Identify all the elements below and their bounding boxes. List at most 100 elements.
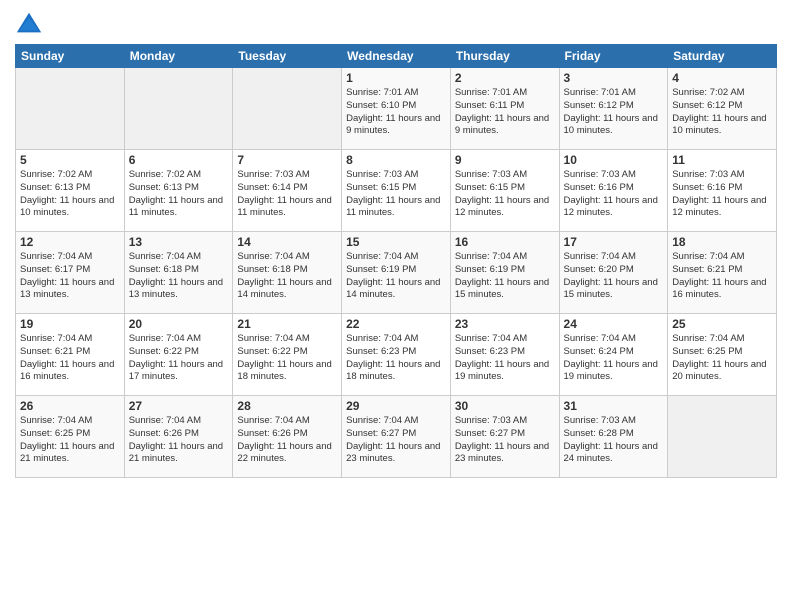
day-number: 20 bbox=[129, 317, 229, 331]
calendar-cell: 2Sunrise: 7:01 AM Sunset: 6:11 PM Daylig… bbox=[450, 68, 559, 150]
calendar-cell: 4 Sunrise: 7:02 AM Sunset: 6:12 PM Daylig… bbox=[668, 68, 777, 150]
day-number: 3 bbox=[564, 71, 664, 85]
weekday-header: Thursday bbox=[450, 45, 559, 68]
day-info: Sunrise: 7:04 AM Sunset: 6:23 PM Dayligh… bbox=[455, 333, 555, 384]
calendar-cell: 15 Sunrise: 7:04 AM Sunset: 6:19 PM Dayli… bbox=[342, 232, 451, 314]
calendar-body: 1 Sunrise: 7:01 AM Sunset: 6:10 PM Daylig… bbox=[16, 68, 777, 478]
day-info: Sunrise: 7:03 AM Sunset: 6:27 PM Dayligh… bbox=[455, 415, 555, 466]
day-number: 21 bbox=[237, 317, 337, 331]
day-info: Sunrise: 7:03 AM Sunset: 6:16 PM Dayligh… bbox=[564, 169, 664, 220]
day-number: 12 bbox=[20, 235, 120, 249]
day-number: 26 bbox=[20, 399, 120, 413]
calendar-cell: 18Sunrise: 7:04 AM Sunset: 6:21 PM Dayli… bbox=[668, 232, 777, 314]
calendar-cell: 25Sunrise: 7:04 AM Sunset: 6:25 PM Dayli… bbox=[668, 314, 777, 396]
calendar-week: 12 Sunrise: 7:04 AM Sunset: 6:17 PM Dayli… bbox=[16, 232, 777, 314]
calendar-cell bbox=[233, 68, 342, 150]
day-number: 22 bbox=[346, 317, 446, 331]
calendar-cell: 23Sunrise: 7:04 AM Sunset: 6:23 PM Dayli… bbox=[450, 314, 559, 396]
day-number: 25 bbox=[672, 317, 772, 331]
day-number: 30 bbox=[455, 399, 555, 413]
calendar-cell: 19 Sunrise: 7:04 AM Sunset: 6:21 PM Dayli… bbox=[16, 314, 125, 396]
day-number: 8 bbox=[346, 153, 446, 167]
day-info: Sunrise: 7:04 AM Sunset: 6:21 PM Dayligh… bbox=[672, 251, 772, 302]
calendar-week: 19 Sunrise: 7:04 AM Sunset: 6:21 PM Dayli… bbox=[16, 314, 777, 396]
calendar-cell bbox=[668, 396, 777, 478]
calendar-cell: 20 Sunrise: 7:04 AM Sunset: 6:22 PM Dayli… bbox=[124, 314, 233, 396]
day-number: 9 bbox=[455, 153, 555, 167]
calendar-cell bbox=[124, 68, 233, 150]
calendar-cell: 8 Sunrise: 7:03 AM Sunset: 6:15 PM Daylig… bbox=[342, 150, 451, 232]
day-info: Sunrise: 7:01 AM Sunset: 6:12 PM Dayligh… bbox=[564, 87, 664, 138]
day-info: Sunrise: 7:03 AM Sunset: 6:15 PM Dayligh… bbox=[455, 169, 555, 220]
weekday-header: Saturday bbox=[668, 45, 777, 68]
day-info: Sunrise: 7:04 AM Sunset: 6:18 PM Dayligh… bbox=[237, 251, 337, 302]
calendar-cell: 13 Sunrise: 7:04 AM Sunset: 6:18 PM Dayli… bbox=[124, 232, 233, 314]
day-number: 1 bbox=[346, 71, 446, 85]
day-info: Sunrise: 7:02 AM Sunset: 6:13 PM Dayligh… bbox=[129, 169, 229, 220]
day-info: Sunrise: 7:04 AM Sunset: 6:25 PM Dayligh… bbox=[20, 415, 120, 466]
calendar-cell: 30 Sunrise: 7:03 AM Sunset: 6:27 PM Dayli… bbox=[450, 396, 559, 478]
calendar-week: 5 Sunrise: 7:02 AM Sunset: 6:13 PM Daylig… bbox=[16, 150, 777, 232]
day-info: Sunrise: 7:04 AM Sunset: 6:27 PM Dayligh… bbox=[346, 415, 446, 466]
day-info: Sunrise: 7:04 AM Sunset: 6:22 PM Dayligh… bbox=[129, 333, 229, 384]
calendar-cell: 16 Sunrise: 7:04 AM Sunset: 6:19 PM Dayli… bbox=[450, 232, 559, 314]
calendar-cell: 31Sunrise: 7:03 AM Sunset: 6:28 PM Dayli… bbox=[559, 396, 668, 478]
weekday-header: Wednesday bbox=[342, 45, 451, 68]
day-info: Sunrise: 7:04 AM Sunset: 6:20 PM Dayligh… bbox=[564, 251, 664, 302]
calendar-cell: 10 Sunrise: 7:03 AM Sunset: 6:16 PM Dayli… bbox=[559, 150, 668, 232]
calendar-cell: 27Sunrise: 7:04 AM Sunset: 6:26 PM Dayli… bbox=[124, 396, 233, 478]
day-info: Sunrise: 7:04 AM Sunset: 6:17 PM Dayligh… bbox=[20, 251, 120, 302]
day-number: 14 bbox=[237, 235, 337, 249]
calendar-cell: 17Sunrise: 7:04 AM Sunset: 6:20 PM Dayli… bbox=[559, 232, 668, 314]
calendar-cell: 6 Sunrise: 7:02 AM Sunset: 6:13 PM Daylig… bbox=[124, 150, 233, 232]
calendar-cell: 24Sunrise: 7:04 AM Sunset: 6:24 PM Dayli… bbox=[559, 314, 668, 396]
day-number: 13 bbox=[129, 235, 229, 249]
day-info: Sunrise: 7:03 AM Sunset: 6:14 PM Dayligh… bbox=[237, 169, 337, 220]
day-number: 2 bbox=[455, 71, 555, 85]
day-number: 7 bbox=[237, 153, 337, 167]
calendar-cell: 22 Sunrise: 7:04 AM Sunset: 6:23 PM Dayli… bbox=[342, 314, 451, 396]
day-info: Sunrise: 7:03 AM Sunset: 6:15 PM Dayligh… bbox=[346, 169, 446, 220]
calendar-cell bbox=[16, 68, 125, 150]
day-info: Sunrise: 7:04 AM Sunset: 6:26 PM Dayligh… bbox=[237, 415, 337, 466]
day-number: 11 bbox=[672, 153, 772, 167]
header bbox=[15, 10, 777, 38]
day-info: Sunrise: 7:04 AM Sunset: 6:22 PM Dayligh… bbox=[237, 333, 337, 384]
day-number: 29 bbox=[346, 399, 446, 413]
day-number: 6 bbox=[129, 153, 229, 167]
day-number: 16 bbox=[455, 235, 555, 249]
weekday-header: Sunday bbox=[16, 45, 125, 68]
logo bbox=[15, 10, 47, 38]
day-info: Sunrise: 7:03 AM Sunset: 6:28 PM Dayligh… bbox=[564, 415, 664, 466]
calendar-cell: 5 Sunrise: 7:02 AM Sunset: 6:13 PM Daylig… bbox=[16, 150, 125, 232]
calendar-cell: 9 Sunrise: 7:03 AM Sunset: 6:15 PM Daylig… bbox=[450, 150, 559, 232]
day-info: Sunrise: 7:04 AM Sunset: 6:19 PM Dayligh… bbox=[346, 251, 446, 302]
day-number: 15 bbox=[346, 235, 446, 249]
day-number: 19 bbox=[20, 317, 120, 331]
page: SundayMondayTuesdayWednesdayThursdayFrid… bbox=[0, 0, 792, 612]
calendar-week: 26 Sunrise: 7:04 AM Sunset: 6:25 PM Dayli… bbox=[16, 396, 777, 478]
weekday-header: Tuesday bbox=[233, 45, 342, 68]
day-info: Sunrise: 7:04 AM Sunset: 6:18 PM Dayligh… bbox=[129, 251, 229, 302]
day-info: Sunrise: 7:04 AM Sunset: 6:19 PM Dayligh… bbox=[455, 251, 555, 302]
calendar-cell: 11 Sunrise: 7:03 AM Sunset: 6:16 PM Dayli… bbox=[668, 150, 777, 232]
calendar-cell: 7 Sunrise: 7:03 AM Sunset: 6:14 PM Daylig… bbox=[233, 150, 342, 232]
day-info: Sunrise: 7:04 AM Sunset: 6:24 PM Dayligh… bbox=[564, 333, 664, 384]
day-number: 5 bbox=[20, 153, 120, 167]
day-info: Sunrise: 7:02 AM Sunset: 6:13 PM Dayligh… bbox=[20, 169, 120, 220]
calendar-cell: 28Sunrise: 7:04 AM Sunset: 6:26 PM Dayli… bbox=[233, 396, 342, 478]
weekday-row: SundayMondayTuesdayWednesdayThursdayFrid… bbox=[16, 45, 777, 68]
calendar-cell: 14 Sunrise: 7:04 AM Sunset: 6:18 PM Dayli… bbox=[233, 232, 342, 314]
calendar-cell: 21 Sunrise: 7:04 AM Sunset: 6:22 PM Dayli… bbox=[233, 314, 342, 396]
logo-icon bbox=[15, 10, 43, 38]
day-number: 4 bbox=[672, 71, 772, 85]
day-info: Sunrise: 7:03 AM Sunset: 6:16 PM Dayligh… bbox=[672, 169, 772, 220]
day-info: Sunrise: 7:04 AM Sunset: 6:21 PM Dayligh… bbox=[20, 333, 120, 384]
day-info: Sunrise: 7:02 AM Sunset: 6:12 PM Dayligh… bbox=[672, 87, 772, 138]
day-info: Sunrise: 7:04 AM Sunset: 6:23 PM Dayligh… bbox=[346, 333, 446, 384]
day-number: 10 bbox=[564, 153, 664, 167]
calendar-cell: 29 Sunrise: 7:04 AM Sunset: 6:27 PM Dayli… bbox=[342, 396, 451, 478]
calendar-header: SundayMondayTuesdayWednesdayThursdayFrid… bbox=[16, 45, 777, 68]
calendar-cell: 3 Sunrise: 7:01 AM Sunset: 6:12 PM Daylig… bbox=[559, 68, 668, 150]
day-info: Sunrise: 7:01 AM Sunset: 6:10 PM Dayligh… bbox=[346, 87, 446, 138]
